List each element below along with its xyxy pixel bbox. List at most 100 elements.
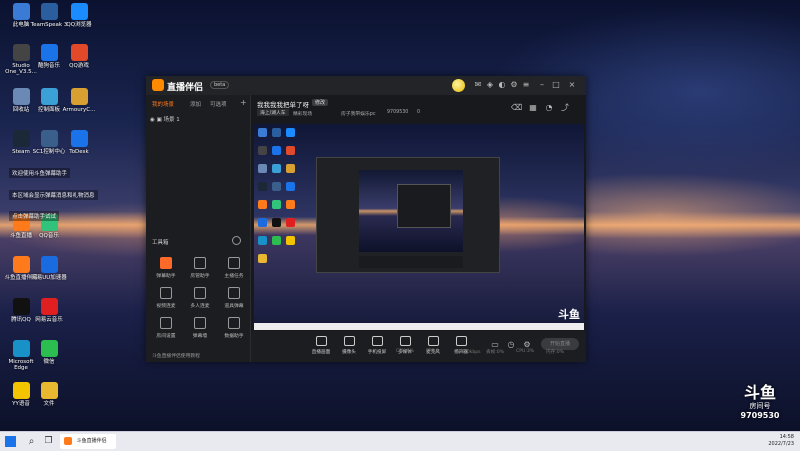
search-icon[interactable]: ⌕ xyxy=(26,436,37,447)
status-item: 码率:0kbps xyxy=(456,350,481,355)
watermark-room: 9709530 xyxy=(740,411,780,420)
room-edit-button[interactable]: 修改 xyxy=(312,99,329,106)
douyu-app-icon xyxy=(64,436,72,445)
preview-desktop-icon xyxy=(286,164,295,173)
room-sub-text: 房子我带娱乐pc xyxy=(341,112,376,117)
desktop-icon[interactable]: 网易UU加速器 xyxy=(30,256,68,281)
add-scene-icon[interactable]: + xyxy=(240,98,247,107)
desktop-icon[interactable]: ToDesk xyxy=(60,130,98,155)
version-badge[interactable]: beta xyxy=(210,81,230,89)
status-item: CPU:5% xyxy=(396,349,415,354)
preview-desktop-icon xyxy=(272,236,281,245)
desktop-icon-label: 文件 xyxy=(43,401,55,407)
taskbar: ⌕ ❐ 斗鱼直播伴侣 14:58 2022/7/23 xyxy=(0,431,800,451)
tool-multi-link[interactable]: 多人连麦 xyxy=(184,287,216,309)
preview-desktop-icon xyxy=(272,182,281,191)
desktop-icon[interactable]: 文件 xyxy=(30,382,68,407)
tool-video-link[interactable]: 视频连麦 xyxy=(150,287,182,309)
host-task-icon xyxy=(228,257,240,269)
app-icon xyxy=(40,382,58,399)
room-category[interactable]: 精彩现场 xyxy=(293,110,312,117)
nested-preview-canvas xyxy=(359,170,463,252)
layout-icon[interactable]: ▦ xyxy=(529,104,537,112)
preview-desktop-icon xyxy=(286,182,295,191)
tool-label: 道具弹幕 xyxy=(224,304,244,309)
tool-label: 数据助手 xyxy=(224,334,244,339)
desktop-icon[interactable]: ArmouryC... xyxy=(60,88,98,113)
preview-desktop-icon xyxy=(286,218,295,227)
video-link-icon xyxy=(160,287,172,299)
desktop-icon-label: QQ浏览器 xyxy=(66,22,92,28)
preview-desktop-icon xyxy=(286,128,295,137)
preview-desktop-icon xyxy=(286,146,295,155)
tool-host-task[interactable]: 主播任务 xyxy=(218,257,250,279)
app-icon xyxy=(12,3,30,20)
desktop-icon[interactable]: QQ游戏 xyxy=(60,44,98,69)
preview-desktop-icon xyxy=(258,254,267,263)
preview-watermark: 斗鱼 xyxy=(558,308,580,321)
preview-desktop-icon xyxy=(272,218,281,227)
user-avatar[interactable] xyxy=(452,79,465,92)
app-icon xyxy=(40,130,58,147)
preview-desktop-icon xyxy=(272,200,281,209)
app-icon xyxy=(12,340,30,357)
skin-icon[interactable]: ◐ xyxy=(498,81,506,89)
tab-add[interactable]: 添加 xyxy=(190,100,201,108)
tab-my-scenes[interactable]: 我的场景 xyxy=(152,100,174,108)
system-clock[interactable]: 14:58 2022/7/23 xyxy=(768,434,794,448)
desktop-icon[interactable]: 网易云音乐 xyxy=(30,298,68,323)
app-icon xyxy=(40,298,58,315)
tool-prop-danmaku[interactable]: 道具弹幕 xyxy=(218,287,250,309)
app-icon xyxy=(40,3,58,20)
share-icon[interactable]: ⤴ xyxy=(561,104,569,112)
desktop-icon-label: 网易UU加速器 xyxy=(31,275,67,281)
tool-room-settings[interactable]: 房间设置 xyxy=(150,317,182,339)
delete-icon[interactable]: ⌫ xyxy=(511,104,522,112)
tab-options[interactable]: 可选项 xyxy=(210,100,227,108)
minimize-icon[interactable]: – xyxy=(538,81,546,89)
desktop-icon[interactable]: 微信 xyxy=(30,340,68,365)
collapse-icon[interactable] xyxy=(232,236,241,245)
preview-desktop-icon xyxy=(272,146,281,155)
tool-data-helper[interactable]: 数据助手 xyxy=(218,317,250,339)
preview-desktop-icon xyxy=(272,164,281,173)
danmaku-toast: 欢迎使用斗鱼弹幕助手 xyxy=(9,168,71,178)
app-icon xyxy=(12,88,30,105)
app-icon xyxy=(70,88,88,105)
tool-room-manager[interactable]: 房管助手 xyxy=(184,257,216,279)
room-tag[interactable]: 海上/湖人车 xyxy=(257,109,289,116)
room-manager-icon xyxy=(194,257,206,269)
lock-icon[interactable]: ▣ xyxy=(157,117,162,123)
maximize-icon[interactable]: □ xyxy=(552,81,560,89)
scene-item[interactable]: ◉ ▣ 场景 1 xyxy=(150,115,180,123)
task-view-icon[interactable]: ❐ xyxy=(43,436,54,447)
notify-icon[interactable]: ◔ xyxy=(545,104,553,112)
app-icon xyxy=(12,382,30,399)
stream-preview[interactable]: 斗鱼 xyxy=(254,124,584,330)
tool-danmaku-wall[interactable]: 弹幕墙 xyxy=(184,317,216,339)
message-icon[interactable]: ✉ xyxy=(474,81,482,89)
gift-icon[interactable]: ◈ xyxy=(486,81,494,89)
taskbar-app-douyu[interactable]: 斗鱼直播伴侣 xyxy=(60,434,116,449)
app-icon xyxy=(40,44,58,61)
desktop-icon[interactable]: QQ浏览器 xyxy=(60,3,98,28)
taskbar-app-label: 斗鱼直播伴侣 xyxy=(76,438,107,444)
room-settings-icon xyxy=(160,317,172,329)
close-icon[interactable]: × xyxy=(568,81,576,89)
app-icon xyxy=(40,340,58,357)
desktop-icon-label: QQ游戏 xyxy=(69,63,89,69)
desktop-icon-label: 网易云音乐 xyxy=(35,317,63,323)
menu-icon[interactable]: ≡ xyxy=(522,81,530,89)
app-icon xyxy=(70,44,88,61)
tool-danmaku-helper[interactable]: 弹幕助手 xyxy=(150,257,182,279)
settings-icon[interactable]: ⚙ xyxy=(510,81,518,89)
room-title: 我我我我把单了呀 xyxy=(257,101,309,109)
app-icon xyxy=(12,256,30,273)
status-item: 丢帧:0% xyxy=(486,350,505,355)
preview-desktop-icon xyxy=(272,128,281,137)
windows-start-icon[interactable] xyxy=(5,436,16,447)
status-item: CPU:3% xyxy=(516,349,535,354)
danmaku-toast: 本区域会显示弹幕消息和礼物消息 xyxy=(9,190,98,200)
app-icon xyxy=(70,130,88,147)
eye-icon[interactable]: ◉ xyxy=(150,117,155,123)
